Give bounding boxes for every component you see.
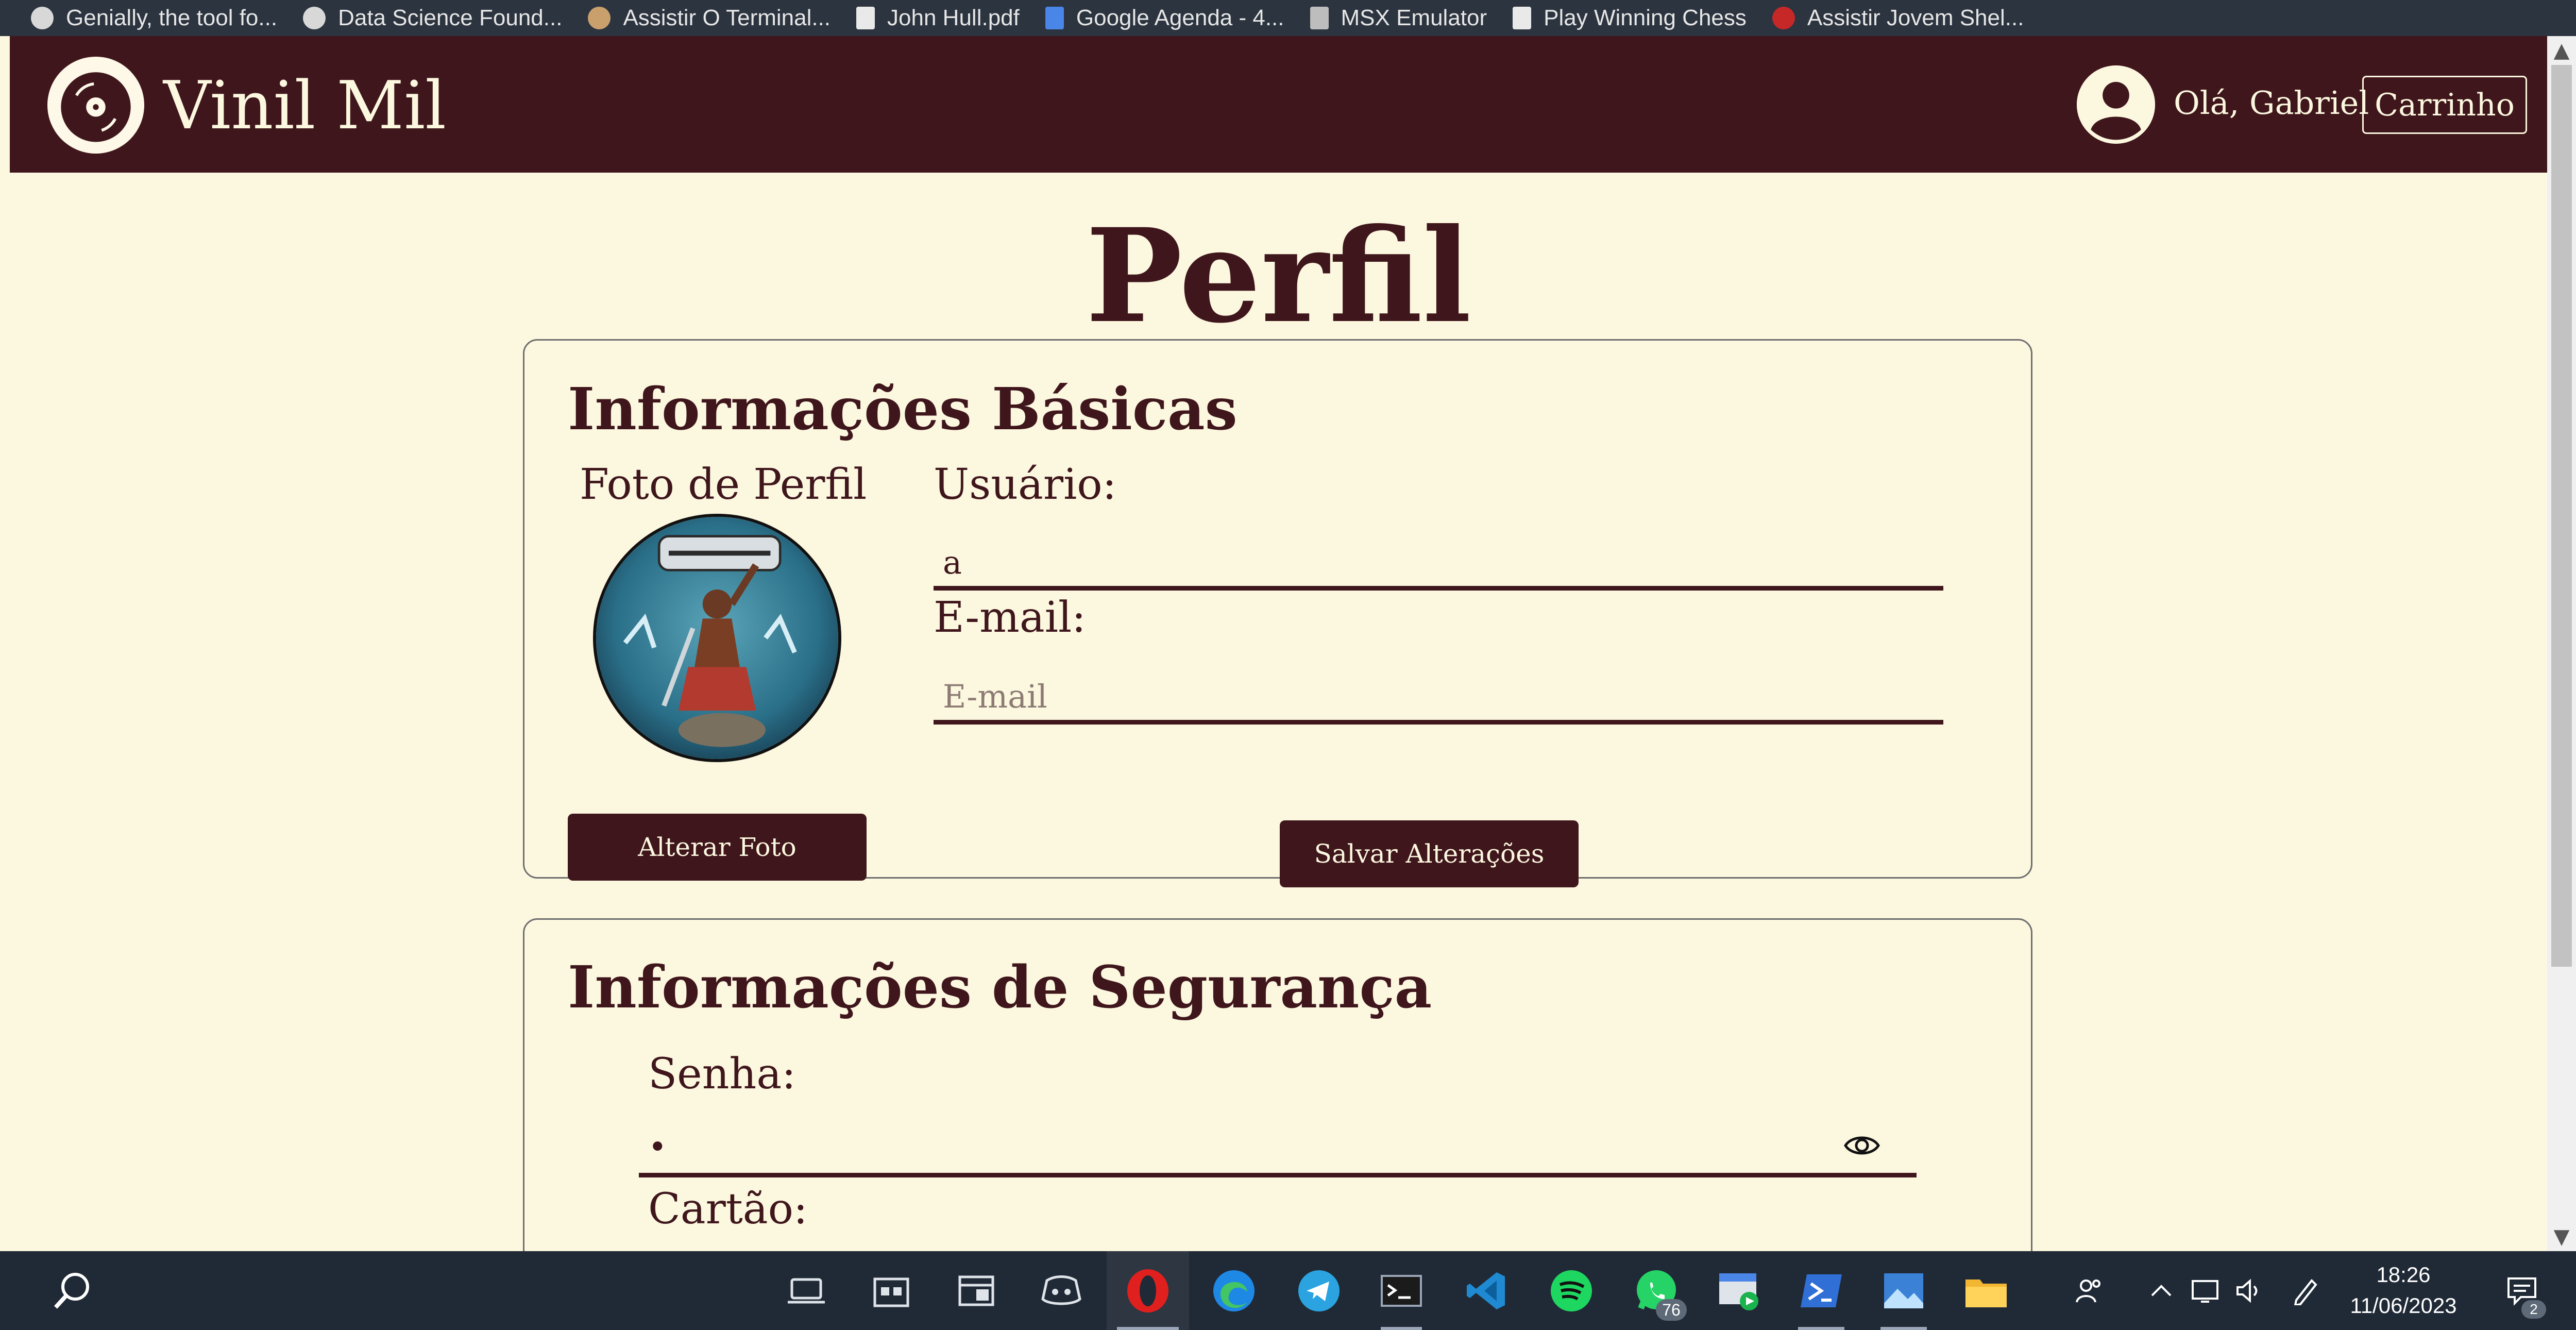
spotify-icon[interactable] bbox=[1540, 1251, 1602, 1330]
search-icon[interactable] bbox=[41, 1251, 103, 1330]
navbar: Vinil Mil Olá, Gabriel Carrinho bbox=[10, 36, 2547, 173]
card-label: Cartão: bbox=[648, 1185, 808, 1234]
notifications-badge: 2 bbox=[2521, 1300, 2546, 1319]
site-icon bbox=[588, 7, 611, 29]
powershell-icon[interactable] bbox=[1788, 1251, 1855, 1330]
vscode-icon[interactable] bbox=[1455, 1251, 1517, 1330]
running-indicator bbox=[1798, 1327, 1844, 1330]
terminal-icon[interactable] bbox=[1370, 1251, 1432, 1330]
brand-name[interactable]: Vinil Mil bbox=[163, 65, 446, 147]
media-app-icon[interactable] bbox=[1705, 1251, 1772, 1330]
bookmark-jovem-sheldon[interactable]: Assistir Jovem Shel... bbox=[1772, 0, 2024, 36]
people-icon[interactable] bbox=[2066, 1251, 2112, 1330]
bookmarks-bar: Genially, the tool fo... Data Science Fo… bbox=[0, 0, 2576, 36]
security-info-title: Informações de Segurança bbox=[568, 954, 1432, 1021]
user-greeting: Olá, Gabriel bbox=[2174, 84, 2369, 122]
email-input[interactable] bbox=[934, 673, 1943, 725]
photos-icon[interactable] bbox=[1870, 1251, 1937, 1330]
password-input[interactable] bbox=[639, 1121, 1917, 1177]
file-icon bbox=[1513, 7, 1532, 29]
email-label: E-mail: bbox=[934, 593, 1086, 642]
task-view-icon[interactable] bbox=[778, 1251, 835, 1330]
bookmark-genially[interactable]: Genially, the tool fo... bbox=[31, 0, 277, 36]
security-info-card: Informações de Segurança Senha: Cartão: bbox=[523, 918, 2032, 1251]
bookmark-google-agenda[interactable]: Google Agenda - 4... bbox=[1045, 0, 1284, 36]
calendar-icon bbox=[1045, 7, 1064, 29]
bookmark-label: MSX Emulator bbox=[1341, 5, 1487, 30]
cart-button[interactable]: Carrinho bbox=[2362, 76, 2527, 134]
profile-photo bbox=[593, 514, 841, 762]
telegram-icon[interactable] bbox=[1288, 1251, 1350, 1330]
bookmark-winning-chess[interactable]: Play Winning Chess bbox=[1513, 0, 1747, 36]
bookmark-label: Genially, the tool fo... bbox=[66, 5, 278, 30]
pen-icon[interactable] bbox=[2285, 1251, 2326, 1330]
page-title: Perfil bbox=[1086, 200, 1471, 351]
file-explorer-taskbar-icon[interactable] bbox=[863, 1251, 920, 1330]
store-icon[interactable] bbox=[948, 1251, 1005, 1330]
taskbar: 76 18:26 11/06/2023 2 bbox=[0, 1251, 2576, 1330]
vinyl-record-icon[interactable] bbox=[47, 57, 144, 154]
scroll-down-arrow-icon[interactable]: ▼ bbox=[2547, 1222, 2576, 1251]
profile-photo-label: Foto de Perfil bbox=[580, 460, 867, 509]
clock-time: 18:26 bbox=[2376, 1262, 2431, 1287]
site-icon bbox=[1310, 7, 1329, 29]
system-clock[interactable]: 18:26 11/06/2023 bbox=[2339, 1259, 2468, 1321]
whatsapp-icon[interactable]: 76 bbox=[1623, 1251, 1690, 1330]
discord-icon[interactable] bbox=[1033, 1251, 1090, 1330]
change-photo-button[interactable]: Alterar Foto bbox=[568, 814, 867, 881]
bookmark-label: Assistir Jovem Shel... bbox=[1807, 5, 2024, 30]
scroll-up-arrow-icon[interactable]: ▲ bbox=[2547, 36, 2576, 65]
bookmark-label: John Hull.pdf bbox=[887, 5, 1020, 30]
show-password-eye-icon[interactable] bbox=[1843, 1131, 1880, 1160]
chevron-up-icon[interactable] bbox=[2141, 1251, 2182, 1330]
username-input[interactable] bbox=[934, 539, 1943, 591]
vertical-scrollbar[interactable]: ▲ ▼ bbox=[2547, 36, 2576, 1251]
bookmark-label: Play Winning Chess bbox=[1544, 5, 1747, 30]
folder-icon[interactable] bbox=[1953, 1251, 2020, 1330]
bookmark-data-science[interactable]: Data Science Found... bbox=[303, 0, 562, 36]
save-changes-button[interactable]: Salvar Alterações bbox=[1280, 820, 1579, 887]
password-label: Senha: bbox=[648, 1050, 796, 1099]
basic-info-card: Informações Básicas Foto de Perfil Usuár… bbox=[523, 339, 2032, 887]
volume-icon[interactable] bbox=[2228, 1251, 2269, 1330]
running-indicator bbox=[1880, 1327, 1927, 1330]
username-label: Usuário: bbox=[934, 460, 1117, 509]
bookmark-label: Google Agenda - 4... bbox=[1076, 5, 1284, 30]
edge-browser-icon[interactable] bbox=[1203, 1251, 1265, 1330]
file-icon bbox=[856, 7, 875, 29]
g-logo-icon bbox=[31, 7, 54, 29]
clock-date: 11/06/2023 bbox=[2350, 1293, 2457, 1318]
g-logo-icon bbox=[303, 7, 326, 29]
bookmark-terminal[interactable]: Assistir O Terminal... bbox=[588, 0, 831, 36]
whatsapp-badge: 76 bbox=[1656, 1299, 1687, 1321]
site-icon bbox=[1772, 7, 1795, 29]
active-indicator bbox=[1117, 1327, 1179, 1330]
notifications-icon[interactable]: 2 bbox=[2494, 1251, 2550, 1330]
bookmark-msx-emulator[interactable]: MSX Emulator bbox=[1310, 0, 1487, 36]
basic-info-title: Informações Básicas bbox=[568, 376, 1238, 443]
bookmark-john-hull[interactable]: John Hull.pdf bbox=[856, 0, 1020, 36]
network-icon[interactable] bbox=[2184, 1251, 2226, 1330]
bookmark-label: Data Science Found... bbox=[338, 5, 563, 30]
page-viewport: Vinil Mil Olá, Gabriel Carrinho Perfil I… bbox=[10, 36, 2547, 1251]
running-indicator bbox=[1381, 1327, 1422, 1330]
user-avatar-icon[interactable] bbox=[2077, 65, 2155, 144]
bookmark-label: Assistir O Terminal... bbox=[623, 5, 831, 30]
scroll-thumb[interactable] bbox=[2551, 65, 2572, 967]
opera-browser-icon[interactable] bbox=[1107, 1251, 1189, 1330]
